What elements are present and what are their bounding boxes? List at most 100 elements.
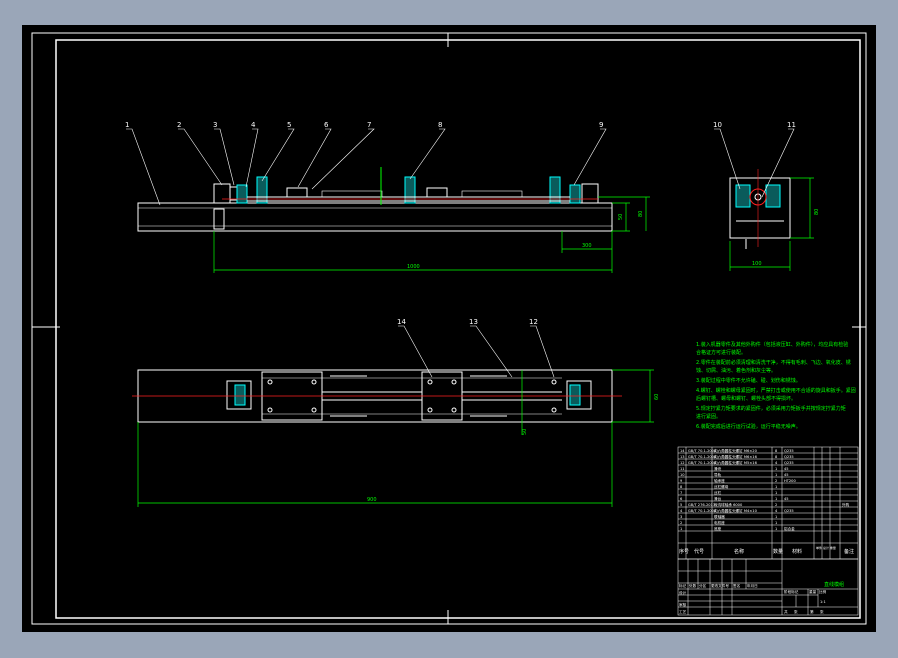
bom-qty: 8 — [775, 449, 778, 453]
bom-material: 铝合金 — [784, 526, 795, 531]
tb-row-design: 设计 — [679, 590, 687, 595]
plan-callouts: 14 13 12 — [397, 318, 538, 326]
bom-row: 12 GB/T 70.1-2008 内六角圆柱头螺钉 M5×16 4 Q235 — [680, 460, 794, 465]
bom-no: 3 — [680, 515, 682, 519]
bom-row: 3 联轴器 1 — [680, 514, 777, 519]
bom-material: Q235 — [784, 461, 794, 465]
bom-row: 4 GB/T 70.1-2008 内六角圆柱头螺钉 M4×10 4 Q235 — [680, 508, 794, 513]
front-view — [137, 167, 613, 232]
bom-part-name: 滑块 — [714, 466, 722, 471]
bom-part-name: 丝杠 — [714, 490, 722, 495]
callout-1: 1 — [125, 121, 129, 129]
bom-code: GB/T 70.1-2008 — [688, 449, 717, 453]
bom-note: 外购 — [842, 502, 850, 507]
dim-side-width: 100 — [752, 261, 762, 267]
callout-13: 13 — [469, 318, 478, 326]
dim-side-height: 80 — [814, 209, 820, 215]
tb-stage-label: 阶段标记 — [784, 589, 799, 594]
tb-sheet-current: 第 — [810, 609, 814, 614]
bom-header-no: 序号 — [679, 548, 689, 555]
bom-qty: 1 — [775, 473, 777, 477]
callout-2: 2 — [177, 121, 181, 129]
title-block-text: 标记 处数 分区 更改文件号 签名 年月日 设计 审核 工艺 阶段标记 重量 比… — [679, 583, 827, 614]
bom-code: GB/T 70.1-2008 — [688, 461, 717, 465]
bom-no: 13 — [680, 455, 685, 459]
sheet-frame — [31, 32, 867, 625]
front-callouts: 1 2 3 4 5 6 7 8 9 — [125, 121, 603, 129]
technical-notes: 1.装入机器零件及其他外购件（包括液压缸、外购件），均应具有检验 合格证方可进行… — [696, 341, 856, 430]
bom-qty: 1 — [775, 527, 777, 531]
bom-header-name: 名称 — [734, 548, 744, 555]
callout-14: 14 — [397, 318, 406, 326]
tb-label-sign: 签名 — [733, 583, 741, 588]
bom-no: 4 — [680, 509, 683, 513]
bom-qty: 4 — [775, 461, 778, 465]
bom-row: 14 GB/T 70.1-2008 内六角圆柱头螺钉 M6×20 8 Q235 — [680, 448, 794, 453]
plan-dim-labels: 900 60 50 — [367, 394, 660, 503]
tb-weight-label: 重量 — [809, 589, 817, 594]
tb-row-process: 工艺 — [679, 609, 687, 614]
bom-qty: 2 — [775, 479, 777, 483]
tb-label-mark: 标记 — [679, 583, 687, 588]
tb-label-zone: 分区 — [699, 583, 707, 588]
note-line-7: 后螺钉槽、螺母和螺钉、螺栓头部不得损坏。 — [696, 395, 796, 402]
tb-row-review: 审核 — [679, 602, 687, 607]
bom-qty: 1 — [775, 467, 777, 471]
bom-row: 1 底座 1 铝合金 — [680, 526, 795, 531]
bom-qty: 1 — [775, 491, 777, 495]
bom-qty: 8 — [775, 455, 778, 459]
drawing-name: 直线模组 — [824, 581, 844, 588]
bom-code: GB/T 70.1-2008 — [688, 455, 717, 459]
bom-no: 10 — [680, 473, 685, 477]
bom-part-name: 导轨 — [714, 472, 722, 477]
bom-no: 7 — [680, 491, 682, 495]
bom-part-name: 内六角圆柱头螺钉 M6×20 — [714, 448, 758, 453]
front-dim-labels: 1000 300 50 80 — [407, 211, 644, 270]
bom-material: HT200 — [784, 479, 796, 483]
note-line-5: 3.装配过程中零件不允许磕、碰、划伤和锈蚀。 — [696, 377, 801, 384]
bom-material: 45 — [784, 473, 789, 477]
dim-front-h2: 80 — [638, 211, 644, 217]
tb-sheet-current-unit: 张 — [820, 609, 824, 614]
note-line-8: 5.规定拧紧力矩要求的紧固件，必须采用力矩扳手并按规定拧紧力矩 — [696, 405, 846, 412]
tb-label-date: 年月日 — [747, 583, 758, 588]
bom-material: Q235 — [784, 449, 794, 453]
bom-qty: 1 — [775, 521, 777, 525]
tb-scale-value: 1:1 — [820, 600, 826, 604]
drawing-sheet: 1 2 3 4 5 6 7 8 9 1000 300 50 80 10 11 1… — [22, 25, 876, 632]
dim-front-overall: 1000 — [407, 264, 420, 270]
plan-leaders — [398, 325, 555, 378]
bom-material: 45 — [784, 497, 789, 501]
bom-no: 8 — [680, 485, 683, 489]
tb-label-change: 更改文件号 — [711, 583, 729, 588]
side-leaders — [714, 128, 795, 198]
callout-3: 3 — [213, 121, 217, 129]
side-view — [729, 169, 791, 249]
note-line-1: 1.装入机器零件及其他外购件（包括液压缸、外购件），均应具有检验 — [696, 341, 848, 348]
side-callouts: 10 11 — [713, 121, 796, 129]
bom-part-name: 深沟球轴承 6000 — [714, 502, 743, 507]
bom-part-name: 电机座 — [714, 520, 725, 525]
bom-qty: 1 — [775, 497, 777, 501]
bom-header-code: 代号 — [694, 548, 704, 555]
dim-plan-height: 60 — [654, 394, 660, 400]
bom-no: 5 — [680, 503, 682, 507]
bom-header-note: 备注 — [844, 548, 854, 555]
tb-scale-label: 比例 — [819, 589, 827, 594]
bom-row: 9 轴承座 2 HT200 — [680, 478, 796, 483]
bom-no: 11 — [680, 467, 685, 471]
note-line-3: 2.零件在装配前必须清理和清洗干净，不得有毛刺、飞边、氧化皮、锈 — [696, 359, 851, 366]
bom-code: GB/T 70.1-2008 — [688, 509, 717, 513]
bom-part-name: 滑台 — [714, 496, 722, 501]
bom-qty: 1 — [775, 515, 777, 519]
callout-7: 7 — [367, 121, 371, 129]
note-line-9: 进行紧固。 — [696, 413, 721, 420]
bom-no: 2 — [680, 521, 682, 525]
note-line-6: 4.螺钉、螺栓和螺母紧固时，严禁打击或使用不合适的旋具和扳手。紧固 — [696, 387, 856, 394]
bom-no: 12 — [680, 461, 685, 465]
bom-part-name: 丝杠螺母 — [714, 484, 729, 489]
bom-header-material: 材料 — [792, 548, 802, 555]
callout-11: 11 — [787, 121, 796, 129]
cad-drawing: 1 2 3 4 5 6 7 8 9 1000 300 50 80 10 11 1… — [31, 32, 867, 625]
note-line-2: 合格证方可进行装配。 — [696, 349, 746, 356]
